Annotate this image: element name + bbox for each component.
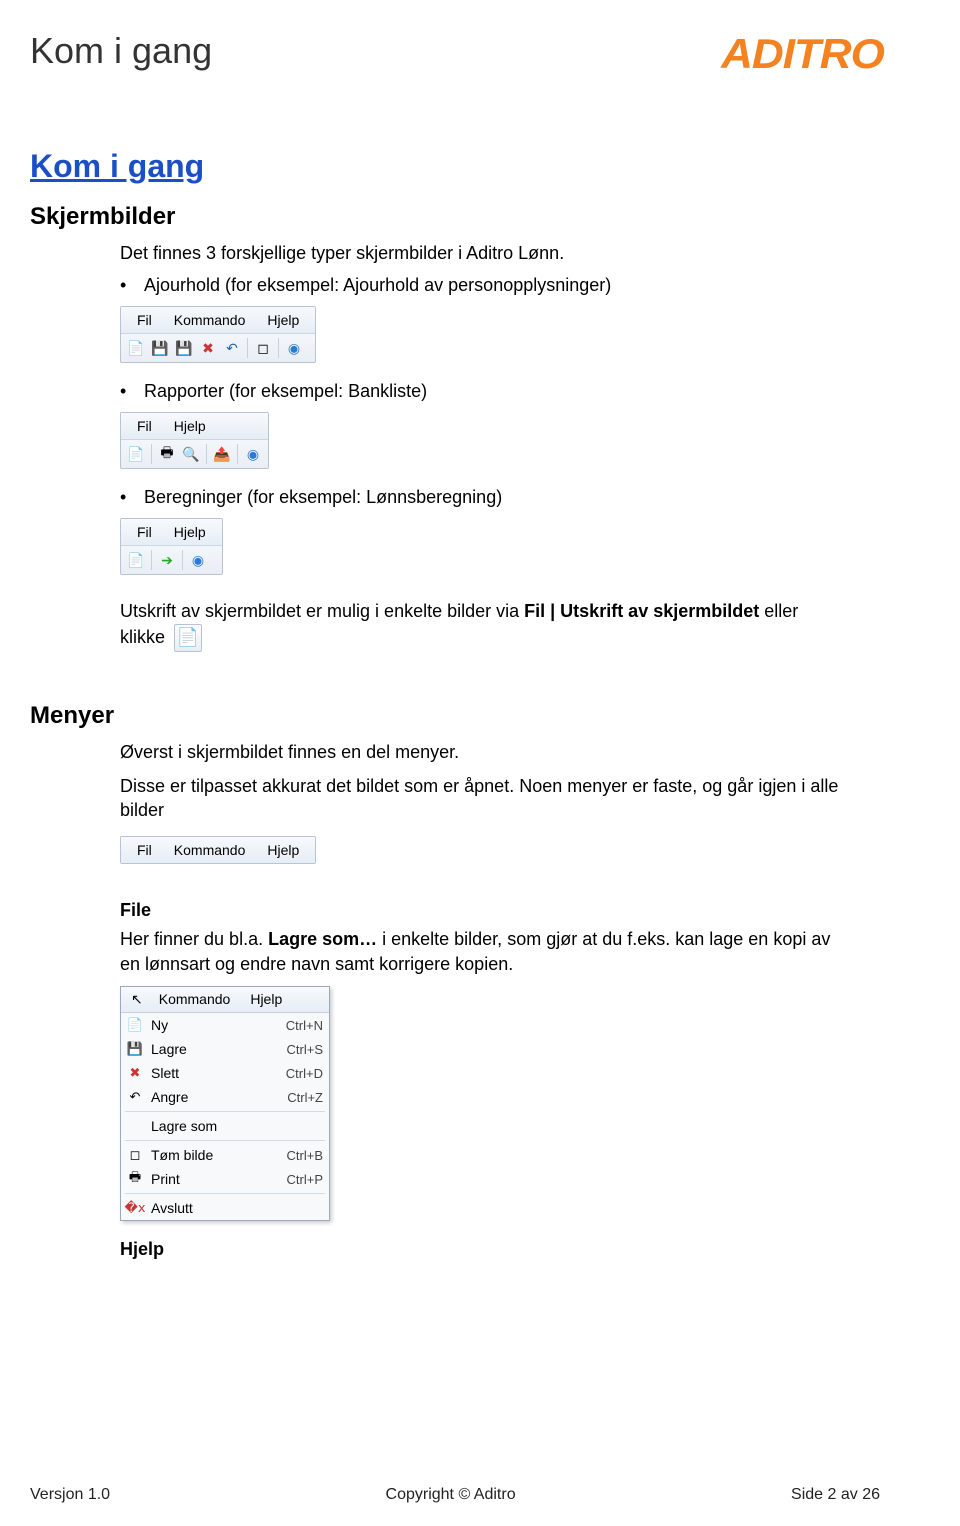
menu-hjelp[interactable]: Hjelp xyxy=(257,840,309,860)
menubar-example: Fil Kommando Hjelp xyxy=(120,836,316,864)
menu-item-label: Angre xyxy=(151,1089,281,1105)
menu-item-label: Lagre som xyxy=(151,1118,317,1134)
help-icon[interactable]: ◉ xyxy=(283,337,305,359)
intro-text: Det finnes 3 forskjellige typer skjermbi… xyxy=(120,241,880,265)
print-screen-icon[interactable]: 📄 xyxy=(174,624,202,652)
menu-item-shortcut: Ctrl+Z xyxy=(287,1090,323,1105)
menu-item-icon: 📄 xyxy=(125,1016,145,1034)
cursor-icon: ↖ xyxy=(125,989,149,1010)
undo-icon[interactable]: ↶ xyxy=(221,337,243,359)
menu-hjelp[interactable]: Hjelp xyxy=(164,416,216,436)
preview-icon[interactable]: 🔍 xyxy=(180,443,202,465)
menu-item[interactable]: ✖ Slett Ctrl+D xyxy=(121,1061,329,1085)
toolbar-rapporter: Fil Hjelp 📄 🖶 🔍 📤 ◉ xyxy=(120,412,269,469)
menu-fil[interactable]: Fil xyxy=(127,416,162,436)
menyer-p2: Disse er tilpasset akkurat det bildet so… xyxy=(120,774,840,823)
menu-item-shortcut: Ctrl+B xyxy=(287,1148,323,1163)
delete-icon[interactable]: ✖ xyxy=(197,337,219,359)
menu-item-label: Ny xyxy=(151,1017,280,1033)
menu-kommando[interactable]: Kommando xyxy=(164,310,256,330)
menu-hjelp[interactable]: Hjelp xyxy=(257,310,309,330)
menu-item-shortcut: Ctrl+N xyxy=(286,1018,323,1033)
popup-top-kommando[interactable]: Kommando xyxy=(149,989,241,1010)
section-link-heading[interactable]: Kom i gang xyxy=(30,148,880,185)
menu-item[interactable]: Lagre som xyxy=(121,1114,329,1138)
doc-icon[interactable]: 📄 xyxy=(125,549,147,571)
menu-fil[interactable]: Fil xyxy=(127,522,162,542)
save-icon[interactable]: 💾 xyxy=(149,337,171,359)
toolbar-beregninger: Fil Hjelp 📄 ➔ ◉ xyxy=(120,518,223,575)
menu-kommando[interactable]: Kommando xyxy=(164,840,256,860)
blank-icon[interactable]: ◻ xyxy=(252,337,274,359)
menu-item-icon: ↶ xyxy=(125,1088,145,1106)
menu-hjelp[interactable]: Hjelp xyxy=(164,522,216,542)
save-all-icon[interactable]: 💾 xyxy=(173,337,195,359)
menu-item-label: Tøm bilde xyxy=(151,1147,281,1163)
bullet-label: Beregninger (for eksempel: Lønnsberegnin… xyxy=(144,487,502,508)
menu-item[interactable]: ◻ Tøm bilde Ctrl+B xyxy=(121,1143,329,1167)
menu-item-icon: 🖶 xyxy=(125,1170,145,1188)
utskrift-text-a: Utskrift av skjermbildet er mulig i enke… xyxy=(120,601,524,621)
menu-item-shortcut: Ctrl+P xyxy=(287,1172,323,1187)
hjelp-subheading: Hjelp xyxy=(120,1239,880,1260)
print-icon[interactable]: 🖶 xyxy=(156,443,178,465)
file-paragraph: Her finner du bl.a. Lagre som… i enkelte… xyxy=(120,927,840,976)
menu-item-shortcut: Ctrl+D xyxy=(286,1066,323,1081)
menu-fil[interactable]: Fil xyxy=(127,310,162,330)
menyer-p1: Øverst i skjermbildet finnes en del meny… xyxy=(120,740,840,764)
menu-item-icon: 💾 xyxy=(125,1040,145,1058)
skjermbilder-heading: Skjermbilder xyxy=(30,203,880,231)
menu-item[interactable]: 🖶 Print Ctrl+P xyxy=(121,1167,329,1191)
file-para-bold: Lagre som… xyxy=(268,929,377,949)
menyer-heading: Menyer xyxy=(30,702,880,730)
export-icon[interactable]: 📤 xyxy=(211,443,233,465)
menu-item-icon: ✖ xyxy=(125,1064,145,1082)
bullet-rapporter: • Rapporter (for eksempel: Bankliste) xyxy=(120,381,880,402)
page-title: Kom i gang xyxy=(30,30,212,72)
menu-item-shortcut: Ctrl+S xyxy=(287,1042,323,1057)
menu-item[interactable]: 📄 Ny Ctrl+N xyxy=(121,1013,329,1037)
bullet-beregninger: • Beregninger (for eksempel: Lønnsberegn… xyxy=(120,487,880,508)
menu-item[interactable]: ↶ Angre Ctrl+Z xyxy=(121,1085,329,1109)
menu-item-icon: �ⅹ xyxy=(125,1199,145,1217)
help-icon[interactable]: ◉ xyxy=(242,443,264,465)
doc-icon[interactable]: 📄 xyxy=(125,443,147,465)
footer-copyright: Copyright © Aditro xyxy=(386,1486,516,1504)
file-menu-popup: ↖ Kommando Hjelp 📄 Ny Ctrl+N 💾 Lagre Ctrl+S ✖ S… xyxy=(120,986,330,1221)
run-icon[interactable]: ➔ xyxy=(156,549,178,571)
utskrift-bold: Fil | Utskrift av skjermbildet xyxy=(524,601,759,621)
utskrift-paragraph: Utskrift av skjermbildet er mulig i enke… xyxy=(120,599,840,651)
popup-top-hjelp[interactable]: Hjelp xyxy=(240,989,292,1010)
menu-item-label: Print xyxy=(151,1171,281,1187)
menu-item-label: Slett xyxy=(151,1065,280,1081)
footer-page: Side 2 av 26 xyxy=(791,1486,880,1504)
menu-fil[interactable]: Fil xyxy=(127,840,162,860)
menu-item-label: Lagre xyxy=(151,1041,281,1057)
file-subheading: File xyxy=(120,900,880,921)
footer-version: Versjon 1.0 xyxy=(30,1486,110,1504)
page-footer: Versjon 1.0 Copyright © Aditro Side 2 av… xyxy=(30,1486,880,1504)
file-para-a: Her finner du bl.a. xyxy=(120,929,268,949)
new-icon[interactable]: 📄 xyxy=(125,337,147,359)
toolbar-ajourhold: Fil Kommando Hjelp 📄 💾 💾 ✖ ↶ ◻ ◉ xyxy=(120,306,316,363)
help-icon[interactable]: ◉ xyxy=(187,549,209,571)
bullet-label: Ajourhold (for eksempel: Ajourhold av pe… xyxy=(144,275,611,296)
bullet-ajourhold: • Ajourhold (for eksempel: Ajourhold av … xyxy=(120,275,880,296)
bullet-label: Rapporter (for eksempel: Bankliste) xyxy=(144,381,427,402)
menu-item-icon xyxy=(125,1117,145,1135)
menu-item-icon: ◻ xyxy=(125,1146,145,1164)
menu-item[interactable]: 💾 Lagre Ctrl+S xyxy=(121,1037,329,1061)
menu-item-label: Avslutt xyxy=(151,1200,317,1216)
logo: ADITRO xyxy=(721,30,884,78)
menu-item[interactable]: �ⅹ Avslutt xyxy=(121,1196,329,1220)
